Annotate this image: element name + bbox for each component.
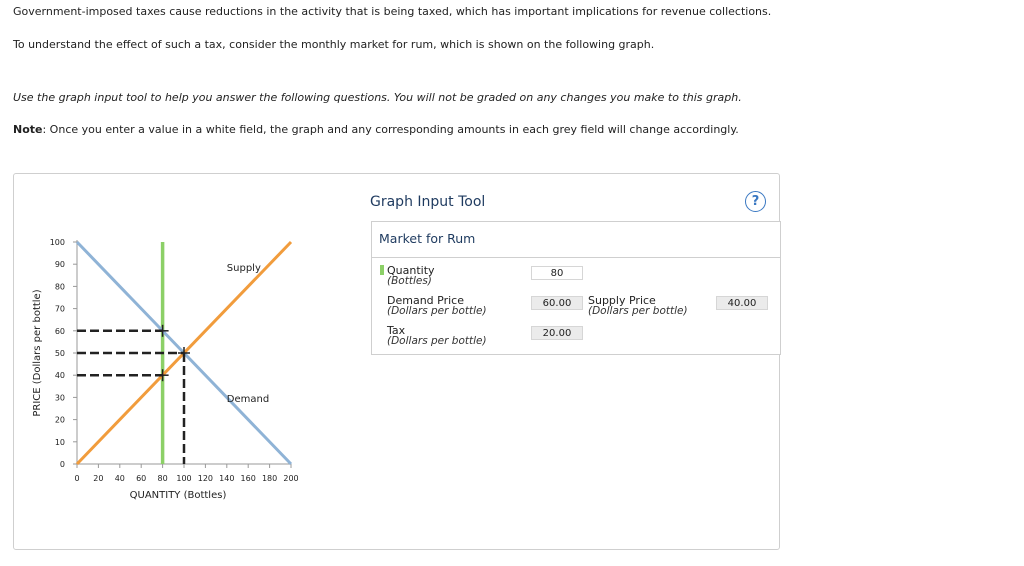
quantity-input[interactable]: 80	[531, 266, 583, 280]
instructions-text: Use the graph input tool to help you ans…	[13, 91, 742, 104]
y-tick-label: 40	[55, 371, 65, 380]
x-tick-label: 120	[198, 474, 213, 483]
quantity-label-block: Quantity (Bottles)	[380, 265, 435, 287]
supply-price-field: 40.00	[716, 296, 768, 310]
intro-line-2: To understand the effect of such a tax, …	[13, 38, 655, 51]
y-tick-label: 0	[60, 460, 65, 469]
demand-label: Demand	[227, 394, 269, 405]
supply-label: Supply	[227, 263, 261, 274]
y-tick-label: 60	[55, 327, 65, 336]
graph-input-tool-title: Graph Input Tool	[370, 194, 486, 210]
tax-label-block: Tax (Dollars per bottle)	[387, 325, 487, 347]
tax-field: 20.00	[531, 326, 583, 340]
tool-box-divider	[372, 257, 780, 258]
y-tick-label: 70	[55, 305, 65, 314]
y-tick-label: 50	[55, 349, 65, 358]
y-tick-label: 30	[55, 393, 65, 402]
x-tick-label: 140	[219, 474, 234, 483]
rum-market-chart[interactable]: 0 10 20 30 40 50 60 70 80 90 100 0 20 40 60 80 100 120 140…	[14, 174, 354, 549]
x-tick-label: 200	[283, 474, 298, 483]
graph-input-tool-box: Market for Rum Quantity (Bottles) 80 Dem…	[371, 221, 781, 355]
y-tick-label: 90	[55, 260, 65, 269]
demand-price-field: 60.00	[531, 296, 583, 310]
intro-line-1: Government-imposed taxes cause reduction…	[13, 5, 772, 18]
supply-price-unit: (Dollars per bottle)	[588, 305, 688, 317]
graph-panel: 0 10 20 30 40 50 60 70 80 90 100 0 20 40 60 80 100 120 140…	[13, 173, 781, 550]
market-title: Market for Rum	[379, 231, 476, 246]
quantity-unit: (Bottles)	[387, 275, 432, 287]
y-tick-label: 20	[55, 416, 65, 425]
demand-price-unit: (Dollars per bottle)	[387, 305, 487, 317]
x-tick-label: 20	[93, 474, 103, 483]
y-tick-label: 100	[50, 238, 65, 247]
tax-unit: (Dollars per bottle)	[387, 335, 487, 347]
x-tick-label: 80	[158, 474, 168, 483]
note-body: : Once you enter a value in a white fiel…	[42, 123, 739, 136]
y-tick-label: 10	[55, 438, 65, 447]
x-tick-label: 180	[262, 474, 277, 483]
x-tick-label: 100	[176, 474, 191, 483]
x-tick-label: 40	[115, 474, 125, 483]
note-text: Note: Once you enter a value in a white …	[13, 123, 739, 137]
note-label: Note	[13, 123, 43, 136]
y-axis-title: PRICE (Dollars per bottle)	[32, 289, 43, 416]
y-tick-label: 80	[55, 282, 65, 291]
x-tick-label: 0	[74, 474, 79, 483]
x-tick-label: 60	[136, 474, 146, 483]
quantity-color-marker	[380, 265, 384, 275]
x-axis-title: QUANTITY (Bottles)	[130, 490, 227, 501]
help-icon[interactable]: ?	[745, 191, 766, 212]
x-tick-label: 160	[241, 474, 256, 483]
supply-price-label-block: Supply Price (Dollars per bottle)	[588, 295, 688, 317]
demand-price-label-block: Demand Price (Dollars per bottle)	[387, 295, 487, 317]
